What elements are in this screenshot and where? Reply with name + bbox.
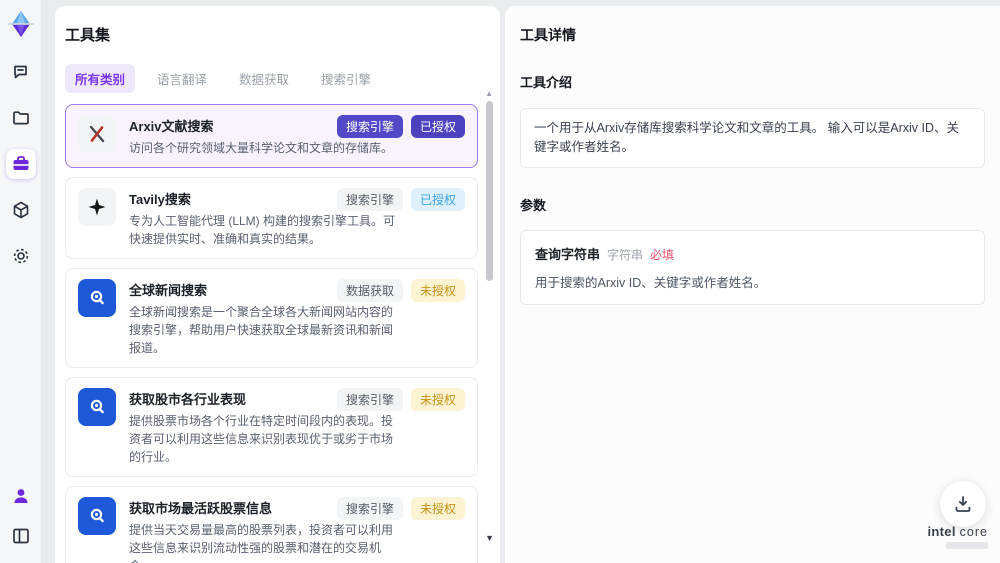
page-title: 工具集: [65, 27, 111, 44]
sidebar-item-files[interactable]: [6, 103, 36, 133]
auth-status-badge: 未授权: [410, 497, 465, 520]
app-logo-gem-icon: [6, 9, 36, 39]
search-q-icon: [78, 497, 116, 535]
sidebar-item-toggle-panel[interactable]: [6, 521, 36, 551]
sidebar-item-packages[interactable]: [6, 195, 36, 225]
panel-layout-icon: [11, 526, 31, 546]
download-icon: [953, 494, 973, 514]
tool-detail-panel: 工具详情 工具介绍 一个用于从Arxiv存储库搜索科学论文和文章的工具。 输入可…: [505, 6, 1000, 563]
toolbox-icon: [11, 154, 31, 174]
tool-card-global-news[interactable]: 全球新闻搜索 全球新闻搜索是一个聚合全球各大新闻网站内容的搜索引擎，帮助用户快速…: [65, 268, 478, 368]
tool-description: 提供当天交易量最高的股票列表，投资者可以利用这些信息来识别流动性强的股票和潜在的…: [129, 523, 394, 563]
auth-status-badge: 已授权: [410, 188, 465, 211]
category-badge: 搜索引擎: [336, 188, 403, 211]
intro-heading: 工具介绍: [520, 75, 573, 90]
auth-status-badge: 未授权: [410, 279, 465, 302]
tab-all-categories[interactable]: 所有类别: [65, 64, 136, 93]
tool-card-arxiv[interactable]: Arxiv文献搜索 访问各个研究领域大量科学论文和文章的存储库。 搜索引擎 已授…: [65, 104, 478, 168]
tool-description: 专为人工智能代理 (LLM) 构建的搜索引擎工具。可快速提供实时、准确和真实的结…: [129, 214, 396, 246]
parameter-card: 查询字符串 字符串 必填 用于搜索的Arxiv ID、关键字或作者姓名。: [520, 229, 985, 305]
tool-card-tavily[interactable]: Tavily搜索 专为人工智能代理 (LLM) 构建的搜索引擎工具。可快速提供实…: [65, 177, 478, 259]
tavily-star-icon: [78, 188, 116, 226]
param-name: 查询字符串: [535, 246, 601, 262]
sidebar-item-toolbox[interactable]: [5, 149, 36, 179]
param-type: 字符串: [607, 247, 644, 262]
tool-list-panel: 工具集 所有类别 语言翻译 数据获取 搜索引擎 Arxiv文献搜索 访问各个研究…: [55, 6, 500, 563]
param-required-flag: 必填: [650, 247, 675, 262]
download-button[interactable]: [940, 481, 986, 527]
user-icon: [11, 486, 31, 506]
auth-status-badge: 已授权: [410, 115, 465, 138]
category-badge: 数据获取: [336, 279, 403, 302]
tab-search-engine[interactable]: 搜索引擎: [311, 64, 381, 93]
tool-intro-text: 一个用于从Arxiv存储库搜索科学论文和文章的工具。 输入可以是Arxiv ID…: [520, 108, 985, 168]
sidebar-item-settings[interactable]: [6, 241, 36, 271]
list-scrollbar-thumb[interactable]: [486, 101, 493, 281]
intel-core-logo: intel core: [927, 523, 988, 549]
tool-description: 提供股票市场各个行业在特定时间段内的表现。投资者可以利用这些信息来识别表现优于或…: [129, 414, 394, 464]
intel-wordmark: intel: [927, 523, 956, 539]
sidebar-item-account[interactable]: [6, 481, 36, 511]
detail-title: 工具详情: [520, 27, 576, 43]
param-description: 用于搜索的Arxiv ID、关键字或作者姓名。: [535, 275, 767, 290]
category-badge: 搜索引擎: [336, 115, 403, 138]
chat-icon: [11, 62, 31, 82]
folder-icon: [11, 108, 31, 128]
tool-card-active-stocks[interactable]: 获取市场最活跃股票信息 提供当天交易量最高的股票列表，投资者可以利用这些信息来识…: [65, 486, 478, 563]
tool-description: 访问各个研究领域大量科学论文和文章的存储库。: [129, 141, 394, 155]
tool-card-list: Arxiv文献搜索 访问各个研究领域大量科学论文和文章的存储库。 搜索引擎 已授…: [65, 104, 478, 563]
arxiv-logo-icon: [78, 115, 116, 153]
sidebar-item-chat[interactable]: [6, 57, 36, 87]
core-wordmark: core: [959, 524, 988, 539]
auth-status-badge: 未授权: [410, 388, 465, 411]
params-heading: 参数: [520, 197, 547, 213]
category-tabs: 所有类别 语言翻译 数据获取 搜索引擎: [65, 64, 490, 93]
tab-language-translation[interactable]: 语言翻译: [147, 64, 217, 93]
tool-description: 全球新闻搜索是一个聚合全球各大新闻网站内容的搜索引擎，帮助用户快速获取全球最新资…: [129, 305, 394, 355]
app-sidebar: [0, 0, 42, 563]
search-q-icon: [78, 388, 116, 426]
scrollbar-down-arrow[interactable]: ▼: [485, 534, 494, 543]
category-badge: 搜索引擎: [336, 388, 403, 411]
intel-ultra-mark: [946, 542, 988, 549]
tool-card-industry-performance[interactable]: 获取股市各行业表现 提供股票市场各个行业在特定时间段内的表现。投资者可以利用这些…: [65, 377, 478, 477]
tab-data-fetching[interactable]: 数据获取: [229, 64, 299, 93]
search-q-icon: [78, 279, 116, 317]
package-icon: [11, 200, 31, 220]
scrollbar-up-arrow[interactable]: ▲: [485, 90, 493, 98]
category-badge: 搜索引擎: [336, 497, 403, 520]
gear-icon: [11, 246, 31, 266]
